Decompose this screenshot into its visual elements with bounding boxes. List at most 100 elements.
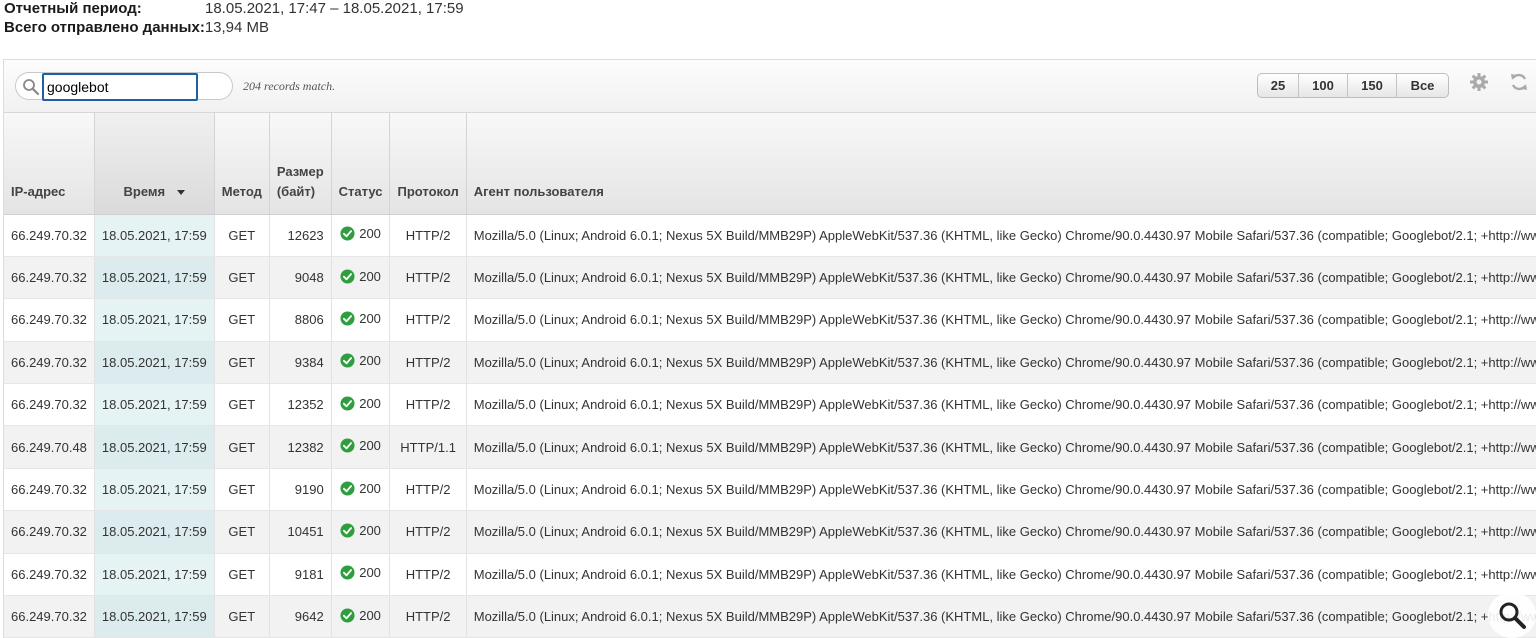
table-row[interactable]: 66.249.70.32 18.05.2021, 17:59 GET 12352 200… xyxy=(4,383,1536,427)
column-header-ip[interactable]: IP-адрес xyxy=(4,113,95,215)
cell-ip: 66.249.70.32 xyxy=(4,553,95,597)
cell-ip: 66.249.70.32 xyxy=(4,510,95,554)
column-header-size-label-line1: Размер xyxy=(276,163,324,179)
table-row[interactable]: 66.249.70.32 18.05.2021, 17:59 GET 10451 200… xyxy=(4,510,1536,554)
cell-protocol: HTTP/2 xyxy=(389,341,467,385)
column-header-protocol-label: Протокол xyxy=(397,183,459,199)
cell-size: 12623 xyxy=(269,214,332,257)
status-code: 200 xyxy=(359,607,381,623)
column-header-ip-label: IP-адрес xyxy=(11,183,66,199)
cell-status: 200 xyxy=(331,214,391,257)
cell-size: 9190 xyxy=(269,468,332,512)
cell-ip: 66.249.70.48 xyxy=(4,425,95,469)
cell-status: 200 xyxy=(331,553,391,597)
cell-size: 12382 xyxy=(269,425,332,469)
cell-status: 200 xyxy=(331,425,391,469)
column-header-method-label: Метод xyxy=(221,183,262,199)
cell-time: 18.05.2021, 17:59 xyxy=(94,510,215,554)
column-header-status-label: Статус xyxy=(338,183,383,199)
cell-agent: Mozilla/5.0 (Linux; Android 6.0.1; Nexus… xyxy=(466,553,1536,597)
table-row[interactable]: 66.249.70.32 18.05.2021, 17:59 GET 12623 200… xyxy=(4,214,1536,257)
cell-method: GET xyxy=(214,214,270,257)
cell-size: 8806 xyxy=(269,298,332,342)
status-code: 200 xyxy=(359,353,381,369)
search-box[interactable] xyxy=(15,72,233,101)
records-match-info: 204 records match. xyxy=(243,79,336,93)
cell-status: 200 xyxy=(331,256,391,300)
search-input[interactable] xyxy=(42,73,198,101)
table-toolbar: 204 records match. 25 100 150 Все xyxy=(4,60,1536,113)
data-sent-value: 13,94 MB xyxy=(204,19,270,36)
cell-time: 18.05.2021, 17:59 xyxy=(94,214,215,257)
status-badge: 200 xyxy=(340,523,381,538)
status-code: 200 xyxy=(359,226,381,242)
status-code: 200 xyxy=(359,480,381,496)
cell-status: 200 xyxy=(331,298,391,342)
cell-ip: 66.249.70.32 xyxy=(4,214,95,257)
status-code: 200 xyxy=(359,438,381,454)
table-row[interactable]: 66.249.70.32 18.05.2021, 17:59 GET 8806 200 H… xyxy=(4,298,1536,342)
cell-protocol: HTTP/2 xyxy=(389,595,467,638)
cell-time: 18.05.2021, 17:59 xyxy=(94,383,215,427)
column-header-time[interactable]: Время xyxy=(94,113,215,215)
cell-ip: 66.249.70.32 xyxy=(4,298,95,342)
cell-size: 12352 xyxy=(269,383,332,427)
status-badge: 200 xyxy=(340,438,381,453)
access-log-table: IP-адрес Время Метод Размер (байт) Статус… xyxy=(4,113,1536,638)
refresh-icon[interactable] xyxy=(1509,72,1529,92)
table-header-row: IP-адрес Время Метод Размер (байт) Статус… xyxy=(4,113,1536,215)
cell-method: GET xyxy=(214,595,270,638)
status-code: 200 xyxy=(359,310,381,326)
table-row[interactable]: 66.249.70.32 18.05.2021, 17:59 GET 9181 200 H… xyxy=(4,553,1536,597)
page-size-all-button[interactable]: Все xyxy=(1397,74,1448,97)
status-badge: 200 xyxy=(340,269,381,284)
cell-size: 9642 xyxy=(269,595,332,638)
cell-protocol: HTTP/2 xyxy=(389,256,467,300)
table-row[interactable]: 66.249.70.32 18.05.2021, 17:59 GET 9642 200 H… xyxy=(4,595,1536,638)
cell-protocol: HTTP/1.1 xyxy=(389,425,467,469)
report-period-label: Отчетный период: xyxy=(4,0,142,17)
column-header-method[interactable]: Метод xyxy=(214,113,270,215)
cell-status: 200 xyxy=(331,341,391,385)
cell-agent: Mozilla/5.0 (Linux; Android 6.0.1; Nexus… xyxy=(466,595,1536,638)
page-size-25-button[interactable]: 25 xyxy=(1258,74,1299,97)
check-circle-icon xyxy=(340,353,355,368)
cell-protocol: HTTP/2 xyxy=(389,298,467,342)
cell-method: GET xyxy=(214,425,270,469)
cell-status: 200 xyxy=(331,468,391,512)
table-row[interactable]: 66.249.70.32 18.05.2021, 17:59 GET 9384 200 H… xyxy=(4,341,1536,385)
cell-time: 18.05.2021, 17:59 xyxy=(94,595,215,638)
table-row[interactable]: 66.249.70.32 18.05.2021, 17:59 GET 9048 200 H… xyxy=(4,256,1536,300)
cell-method: GET xyxy=(214,510,270,554)
cell-ip: 66.249.70.32 xyxy=(4,468,95,512)
sort-desc-icon xyxy=(177,189,186,195)
page-size-selector: 25 100 150 Все xyxy=(1257,73,1449,98)
cell-ip: 66.249.70.32 xyxy=(4,595,95,638)
check-circle-icon xyxy=(340,438,355,453)
cell-method: GET xyxy=(214,553,270,597)
cell-size: 9384 xyxy=(269,341,332,385)
gear-icon[interactable] xyxy=(1469,72,1489,92)
cell-method: GET xyxy=(214,468,270,512)
table-row[interactable]: 66.249.70.32 18.05.2021, 17:59 GET 9190 200 H… xyxy=(4,468,1536,512)
status-badge: 200 xyxy=(340,226,381,241)
page-size-100-button[interactable]: 100 xyxy=(1299,74,1348,97)
column-header-size[interactable]: Размер (байт) xyxy=(269,113,332,215)
table-row[interactable]: 66.249.70.48 18.05.2021, 17:59 GET 12382 200… xyxy=(4,425,1536,469)
cell-time: 18.05.2021, 17:59 xyxy=(94,468,215,512)
cell-ip: 66.249.70.32 xyxy=(4,256,95,300)
column-header-agent-label: Агент пользователя xyxy=(473,183,604,199)
cell-agent: Mozilla/5.0 (Linux; Android 6.0.1; Nexus… xyxy=(466,468,1536,512)
check-circle-icon xyxy=(340,269,355,284)
report-period: Отчетный период: 18.05.2021, 17:47 – 18.… xyxy=(4,0,464,18)
page-size-150-button[interactable]: 150 xyxy=(1348,74,1397,97)
cell-time: 18.05.2021, 17:59 xyxy=(94,425,215,469)
cell-status: 200 xyxy=(331,383,391,427)
cell-agent: Mozilla/5.0 (Linux; Android 6.0.1; Nexus… xyxy=(466,214,1536,257)
column-header-protocol[interactable]: Протокол xyxy=(389,113,467,215)
zoom-icon[interactable] xyxy=(1488,592,1536,638)
check-circle-icon xyxy=(340,523,355,538)
status-badge: 200 xyxy=(340,481,381,496)
column-header-agent[interactable]: Агент пользователя xyxy=(466,113,1536,215)
column-header-status[interactable]: Статус xyxy=(331,113,391,215)
